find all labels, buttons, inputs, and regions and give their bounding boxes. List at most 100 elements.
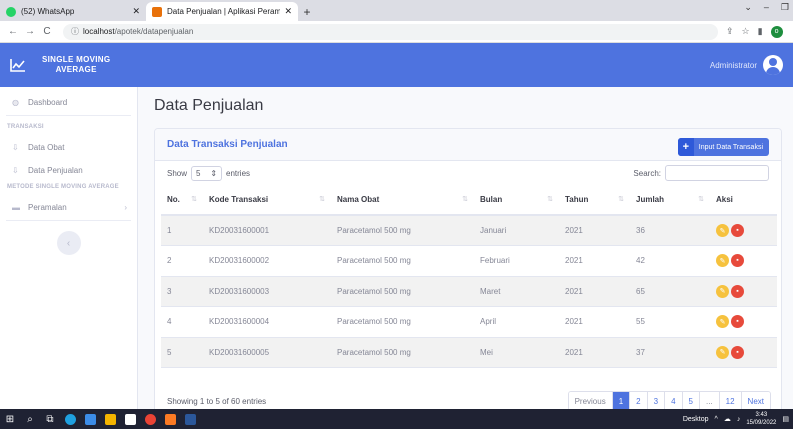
pagination-previous[interactable]: Previous [568,392,613,410]
pagination-page[interactable]: 2 [630,392,648,410]
column-header-no[interactable]: No. ⇅ [161,185,203,216]
site-info-icon[interactable]: ⓘ [71,26,79,37]
delete-icon[interactable]: ▪ [731,345,744,359]
cell-jumlah: 42 [630,245,710,277]
entries-select[interactable]: 5 ⇕ [191,165,223,181]
tab-search-icon[interactable]: ⌄ [744,2,752,13]
close-tab-icon[interactable]: ✕ [132,6,140,17]
delete-icon[interactable]: ▪ [731,224,744,237]
table-controls: Show 5 ⇕ entries Search: [155,161,781,185]
cell-tahun: 2021 [559,337,630,368]
cell-nama: Paracetamol 500 mg [331,215,474,246]
browser-tab-bar: (52) WhatsApp ✕ Data Penjualan | Aplikas… [0,0,793,21]
input-data-transaksi-button[interactable]: + Input Data Transaksi [677,138,769,156]
reload-icon[interactable]: C [40,26,54,37]
column-header-aksi: Aksi [710,185,777,216]
edit-icon[interactable]: ✎ [716,315,729,329]
bookmark-star-icon[interactable]: ☆ [742,26,750,37]
desktop-label[interactable]: Desktop [683,416,709,423]
clock[interactable]: 3:43 15/09/2022 [746,411,776,427]
sidebar-item-label: Data Obat [28,142,65,152]
url-path: /apotek/datapenjualan [114,27,194,36]
delete-icon[interactable]: ▪ [731,254,744,268]
app-topbar: SINGLE MOVING AVERAGE Administrator [0,43,793,87]
column-header-tahun[interactable]: Tahun ⇅ [559,185,630,216]
search-input[interactable] [665,165,769,181]
url-host: localhost [83,27,115,36]
sort-icon: ⇅ [698,196,704,203]
edit-icon[interactable]: ✎ [716,224,729,237]
search-icon[interactable]: ⌕ [20,409,40,429]
column-label: Tahun [565,195,589,204]
edit-icon[interactable]: ✎ [716,284,729,298]
task-view-icon[interactable]: ⧉ [40,409,60,429]
page-title: Data Penjualan [154,97,264,114]
new-tab-button[interactable]: + [298,2,316,21]
sidebar-item-data-obat[interactable]: ⇩ Data Obat [0,134,137,160]
column-header-jumlah[interactable]: Jumlah ⇅ [630,185,710,216]
plus-icon: + [677,138,694,156]
pagination-next[interactable]: Next [741,392,770,410]
minimize-icon[interactable]: – [764,2,769,13]
column-header-kode[interactable]: Kode Transaksi ⇅ [203,185,331,216]
pagination-page[interactable]: 4 [665,392,683,410]
cell-bulan: April [474,306,559,338]
pagination-page[interactable]: 5 [682,392,700,410]
sidepanel-icon[interactable]: ▮ [758,26,763,37]
column-header-bulan[interactable]: Bulan ⇅ [474,185,559,216]
speaker-icon[interactable]: ♪ [737,416,741,423]
sidebar-toggle-button[interactable]: ‹ [56,231,81,255]
cell-kode: KD20031600003 [203,276,331,307]
store-icon[interactable] [100,409,120,429]
pagination-page[interactable]: 3 [647,392,666,410]
cell-tahun: 2021 [559,306,630,338]
table-row: 5 KD20031600005 Paracetamol 500 mg Mei 2… [161,337,777,368]
file-explorer-icon[interactable] [80,409,100,429]
word-icon[interactable] [180,409,200,429]
pagination-page[interactable]: 1 [612,392,631,410]
tray-overflow-icon[interactable]: ^ [715,416,718,423]
os-taskbar: ⊞ ⌕ ⧉ Desktop ^ ☁ ♪ 3:43 15/09/2022 ▤ [0,409,793,429]
sort-icon: ⇅ [618,196,624,203]
cell-bulan: Maret [474,276,559,307]
close-tab-icon[interactable]: ✕ [284,6,292,17]
maximize-icon[interactable]: ❐ [781,2,789,13]
edit-icon[interactable]: ✎ [716,254,729,268]
delete-icon[interactable]: ▪ [731,284,744,298]
edge-icon[interactable] [60,409,80,429]
cell-no: 2 [161,245,203,277]
mail-icon[interactable] [120,409,140,429]
chrome-icon[interactable] [140,409,160,429]
url-field[interactable]: ⓘ localhost/apotek/datapenjualan [63,23,718,40]
delete-icon[interactable]: ▪ [731,315,744,329]
network-icon[interactable]: ☁ [724,415,731,423]
windows-start-icon[interactable]: ⊞ [0,409,20,429]
tab-whatsapp[interactable]: (52) WhatsApp ✕ [0,2,146,21]
column-label: Nama Obat [337,195,380,204]
cell-kode: KD20031600002 [203,245,331,277]
profile-avatar[interactable]: o [770,25,783,38]
cell-aksi: ✎ ▪ [710,245,777,277]
column-header-nama[interactable]: Nama Obat ⇅ [331,185,474,216]
back-icon[interactable]: ← [6,26,20,37]
xampp-icon[interactable] [160,409,180,429]
notifications-icon[interactable]: ▤ [782,415,789,423]
edit-icon[interactable]: ✎ [716,345,729,359]
entries-label: entries [226,168,251,178]
cell-jumlah: 65 [630,276,710,307]
sidebar-item-data-penjualan[interactable]: ⇩ Data Penjualan [0,160,137,180]
tab-data-penjualan[interactable]: Data Penjualan | Aplikasi Perama ✕ [146,2,298,21]
sidebar-item-peramalan[interactable]: ▬ Peramalan › [0,194,137,220]
forward-icon[interactable]: → [23,26,37,37]
column-label: Kode Transaksi [209,195,269,204]
search-label: Search: [633,168,661,178]
cell-no: 4 [161,306,203,338]
sidebar-item-dashboard[interactable]: ◍ Dashboard [0,89,137,115]
window-controls: ⌄ – ❐ [744,2,789,13]
cell-kode: KD20031600001 [203,215,331,246]
share-icon[interactable]: ⇪ [726,26,734,37]
pagination-page[interactable]: 12 [719,392,742,410]
clock-time: 3:43 [755,412,768,418]
brand[interactable]: SINGLE MOVING AVERAGE [0,43,138,87]
user-menu[interactable]: Administrator [710,55,783,75]
